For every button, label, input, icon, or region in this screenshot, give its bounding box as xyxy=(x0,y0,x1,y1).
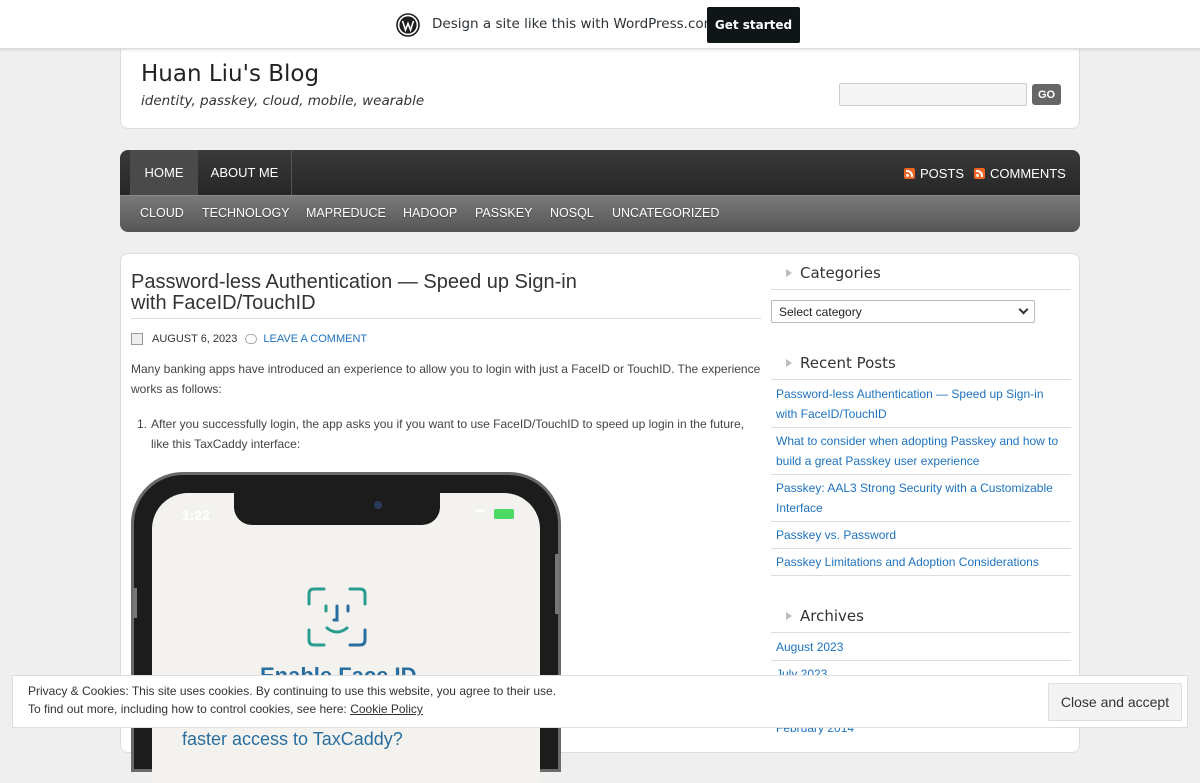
posts-feed-link[interactable]: POSTS xyxy=(904,166,964,181)
site-header: Huan Liu's Blog identity, passkey, cloud… xyxy=(120,49,1080,129)
list-divider xyxy=(771,474,1071,475)
widget-divider xyxy=(771,379,1071,380)
calendar-icon xyxy=(131,333,143,345)
category-mapreduce[interactable]: MAPREDUCE xyxy=(306,206,386,220)
categories-widget-title: Categories xyxy=(786,264,881,282)
category-technology[interactable]: TECHNOLOGY xyxy=(202,206,290,220)
category-nosql[interactable]: NOSQL xyxy=(550,206,594,220)
comments-feed-link[interactable]: COMMENTS xyxy=(974,166,1066,181)
wordpress-logo-icon[interactable] xyxy=(396,13,420,37)
phone-time: 1:22 xyxy=(182,507,211,523)
recent-posts-title-text: Recent Posts xyxy=(800,354,896,372)
camera-icon xyxy=(374,501,382,509)
close-and-accept-button[interactable]: Close and accept xyxy=(1048,683,1182,721)
battery-icon xyxy=(494,509,514,519)
leave-comment-link[interactable]: LEAVE A COMMENT xyxy=(263,333,367,345)
cookie-more-text: To find out more, including how to contr… xyxy=(28,702,351,716)
cookie-notice-text: Privacy & Cookies: This site uses cookie… xyxy=(28,684,557,698)
search-go-button[interactable]: GO xyxy=(1032,84,1061,105)
wordpress-promo-bar: Design a site like this with WordPress.c… xyxy=(0,0,1200,49)
recent-post-link[interactable]: Password-less Authentication — Speed up … xyxy=(776,384,1066,424)
page-nav-bar: HOME ABOUT ME POSTS COMMENTS xyxy=(120,150,1080,195)
widget-divider xyxy=(771,289,1071,290)
arrow-icon xyxy=(786,612,792,620)
post-title[interactable]: Password-less Authentication — Speed up … xyxy=(131,272,601,314)
search-input[interactable] xyxy=(839,83,1027,106)
rss-icon xyxy=(904,168,915,179)
arrow-icon xyxy=(786,269,792,277)
site-description: identity, passkey, cloud, mobile, wearab… xyxy=(141,93,425,109)
widget-divider xyxy=(771,632,1071,633)
cookie-banner: Privacy & Cookies: This site uses cookie… xyxy=(12,675,1188,728)
archives-widget-title: Archives xyxy=(786,607,864,625)
arrow-icon xyxy=(786,359,792,367)
recent-post-link[interactable]: Passkey: AAL3 Strong Security with a Cus… xyxy=(776,478,1066,518)
category-cloud[interactable]: CLOUD xyxy=(140,206,184,220)
recent-posts-widget-title: Recent Posts xyxy=(786,354,896,372)
cookie-more-info: To find out more, including how to contr… xyxy=(28,702,423,716)
promo-text[interactable]: Design a site like this with WordPress.c… xyxy=(432,16,717,32)
category-hadoop[interactable]: HADOOP xyxy=(403,206,457,220)
list-divider xyxy=(771,548,1071,549)
phone-side-button xyxy=(555,554,559,614)
list-divider xyxy=(771,521,1071,522)
phone-notch xyxy=(234,491,440,525)
title-divider xyxy=(131,318,761,319)
comment-bubble-icon xyxy=(245,334,258,344)
post-meta: AUGUST 6, 2023 LEAVE A COMMENT xyxy=(131,333,367,345)
recent-post-link[interactable]: What to consider when adopting Passkey a… xyxy=(776,431,1066,471)
rss-icon xyxy=(974,168,985,179)
category-passkey[interactable]: PASSKEY xyxy=(475,206,532,220)
nav-item-home[interactable]: HOME xyxy=(130,150,198,195)
post-intro: Many banking apps have introduced an exp… xyxy=(131,362,761,396)
nav-item-about-me[interactable]: ABOUT ME xyxy=(198,150,291,195)
archive-link[interactable]: August 2023 xyxy=(776,637,1066,657)
category-uncategorized[interactable]: UNCATEGORIZED xyxy=(612,206,719,220)
recent-post-link[interactable]: Passkey vs. Password xyxy=(776,525,1066,545)
categories-title-text: Categories xyxy=(800,264,881,282)
nav-divider xyxy=(291,150,292,195)
post-date: AUGUST 6, 2023 xyxy=(152,333,238,345)
cookie-policy-link[interactable]: Cookie Policy xyxy=(350,702,423,716)
list-number: 1. xyxy=(137,417,148,431)
face-id-icon xyxy=(307,587,367,647)
main-navigation: HOME ABOUT ME POSTS COMMENTS CLOUD TECHN… xyxy=(120,150,1080,232)
list-divider xyxy=(771,575,1071,576)
phone-side-button xyxy=(133,588,137,618)
archives-title-text: Archives xyxy=(800,607,864,625)
site-title[interactable]: Huan Liu's Blog xyxy=(141,61,319,87)
list-item: After you successfully login, the app as… xyxy=(151,417,744,451)
list-divider xyxy=(771,427,1071,428)
category-select[interactable]: Select category xyxy=(771,300,1035,323)
chevron-down-icon xyxy=(1018,304,1029,315)
comments-feed-label: COMMENTS xyxy=(990,166,1066,181)
wifi-icon xyxy=(474,509,486,517)
recent-post-link[interactable]: Passkey Limitations and Adoption Conside… xyxy=(776,552,1066,572)
list-divider xyxy=(771,660,1071,661)
category-select-value: Select category xyxy=(779,305,862,319)
posts-feed-label: POSTS xyxy=(920,166,965,181)
get-started-button[interactable]: Get started xyxy=(707,7,800,43)
